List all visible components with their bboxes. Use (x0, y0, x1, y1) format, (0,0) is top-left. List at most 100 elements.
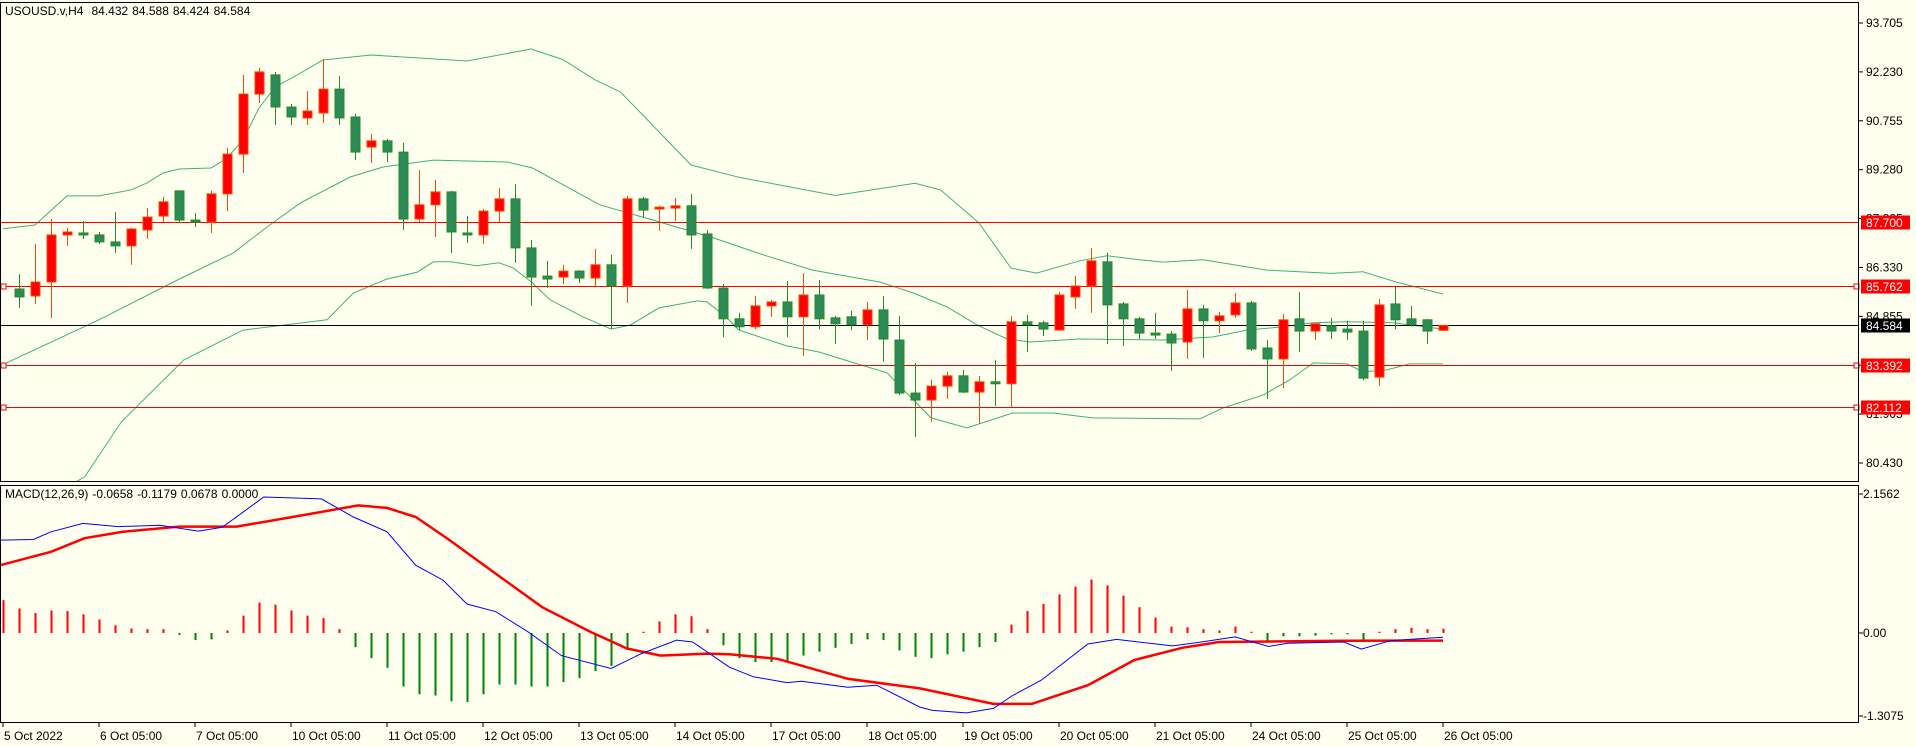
candle-body (318, 88, 329, 114)
candle-body (670, 205, 681, 209)
candle-body (446, 191, 457, 233)
candle-body (1006, 321, 1017, 385)
price-tick-label: 90.755 (1866, 114, 1903, 128)
bid-tag-label: 84.584 (1866, 319, 1903, 333)
candle-body (606, 264, 617, 287)
candle-body (110, 241, 121, 247)
time-tick-label: 13 Oct 05:00 (580, 729, 649, 743)
candle-body (1038, 322, 1049, 330)
time-tick-label: 5 Oct 2022 (4, 729, 63, 743)
candle-body (926, 385, 937, 401)
candle-body (878, 309, 889, 340)
candle-body (46, 234, 57, 283)
candle-body (190, 219, 201, 223)
time-tick-label: 19 Oct 05:00 (964, 729, 1033, 743)
candle-body (798, 294, 809, 318)
candle-body (478, 210, 489, 236)
candle-body (686, 205, 697, 236)
candle-body (1326, 325, 1337, 332)
candle-body (1358, 330, 1369, 379)
candle-body (126, 228, 137, 247)
macd-tick-label: 0.00 (1863, 626, 1887, 640)
time-tick-label: 10 Oct 05:00 (292, 729, 361, 743)
candle-body (622, 198, 633, 287)
symbol-header: USOUSD.v,H4 84.432 84.588 84.424 84.584 (5, 4, 251, 18)
candle-body (1198, 308, 1209, 322)
candle-body (1134, 318, 1145, 334)
candle-body (78, 232, 89, 236)
histogram-pos-value: 0.0678 (181, 487, 218, 501)
candle-body (1422, 319, 1433, 332)
candle-body (1262, 347, 1273, 360)
line-anchor-handle[interactable] (1, 283, 7, 290)
price-tick-label: 86.330 (1866, 260, 1903, 274)
time-tick-label: 7 Oct 05:00 (196, 729, 258, 743)
line-anchor-handle[interactable] (1, 362, 7, 369)
candle-body (766, 301, 777, 307)
candle-body (94, 234, 105, 243)
candle-body (638, 198, 649, 211)
candle-body (574, 270, 585, 279)
price-tag-label: 85.762 (1866, 280, 1903, 294)
candle-body (1310, 323, 1321, 332)
low-value: 84.424 (173, 4, 210, 18)
candle-body (1246, 302, 1257, 350)
candle-body (1390, 303, 1401, 321)
candle-body (62, 231, 73, 236)
candle-body (254, 71, 265, 95)
time-tick-label: 17 Oct 05:00 (772, 729, 841, 743)
candle-body (366, 140, 377, 148)
candle-body (398, 151, 409, 220)
candle-body (382, 140, 393, 153)
time-tick-label: 21 Oct 05:00 (1156, 729, 1225, 743)
open-value: 84.432 (91, 4, 128, 18)
time-tick-label: 25 Oct 05:00 (1348, 729, 1417, 743)
candle-body (206, 193, 217, 223)
candle-bearish (702, 229, 713, 289)
candle-body (510, 198, 521, 249)
price-tick-label: 92.230 (1866, 65, 1903, 79)
candle-body (990, 381, 1001, 385)
candle-body (1182, 308, 1193, 343)
candle-body (1070, 285, 1081, 298)
candle-body (1150, 332, 1161, 336)
candle-body (654, 206, 665, 210)
time-tick-label: 20 Oct 05:00 (1060, 729, 1129, 743)
candle-body (846, 316, 857, 326)
candle-body (558, 270, 569, 278)
time-tick-label: 14 Oct 05:00 (676, 729, 745, 743)
price-tag-label: 82.112 (1866, 401, 1902, 415)
candle-body (174, 190, 185, 221)
trading-chart[interactable]: 93.70592.23090.75589.28087.80586.33084.8… (0, 0, 1916, 747)
close-value: 84.584 (214, 4, 251, 18)
signal-value: -0.1179 (137, 487, 177, 501)
candle-body (1166, 333, 1177, 344)
candle-body (1438, 324, 1449, 331)
candle-body (1406, 318, 1417, 326)
candle-body (1054, 294, 1065, 331)
time-tick-label: 11 Oct 05:00 (388, 729, 456, 743)
macd-tick-label: -1.3075 (1863, 709, 1904, 723)
candle-body (334, 88, 345, 119)
line-anchor-handle[interactable] (1, 404, 7, 411)
candle-body (702, 233, 713, 289)
candle-body (814, 294, 825, 320)
candle-bearish (398, 142, 409, 230)
candle-body (238, 93, 249, 155)
symbol-label: USOUSD.v,H4 (5, 4, 84, 18)
time-tick-label: 26 Oct 05:00 (1444, 729, 1513, 743)
candle-body (750, 305, 761, 328)
high-value: 84.588 (132, 4, 169, 18)
candle-body (414, 204, 425, 220)
time-tick-label: 18 Oct 05:00 (868, 729, 937, 743)
candle-body (542, 275, 553, 280)
candle-body (526, 247, 537, 278)
histogram-neg-value: 0.0000 (222, 487, 259, 501)
candle-body (590, 264, 601, 279)
candle-body (1022, 321, 1033, 326)
candle-body (958, 375, 969, 393)
candle-body (350, 116, 361, 153)
candle-body (1374, 304, 1385, 378)
candle-body (1278, 319, 1289, 360)
macd-value: -0.0658 (92, 487, 133, 501)
